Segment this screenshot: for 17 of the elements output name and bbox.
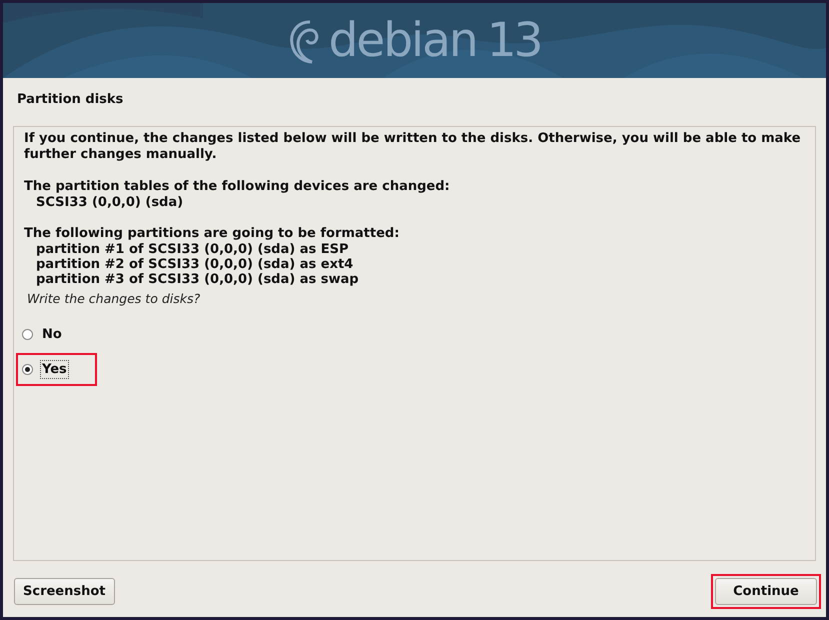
question-text: Write the changes to disks?	[27, 291, 202, 306]
page-title: Partition disks	[17, 92, 124, 107]
action-button[interactable]: Continue	[715, 578, 817, 605]
section-heading: The partition tables of the following devices are changed:	[24, 179, 451, 195]
list-item: partition #2 of SCSI33 (0,0,0) (sda) as ext4	[35, 257, 354, 272]
action-button[interactable]: Screenshot	[14, 578, 115, 605]
logo-text: debian	[328, 17, 477, 64]
option-label[interactable]: Yes	[40, 360, 69, 379]
intro-text: If you continue, the changes listed below will be written to the disks. Otherwise, you will be able to make further changes manually.	[24, 131, 802, 163]
section-heading: The following partitions are going to be formatted:	[24, 226, 400, 242]
list-item: partition #3 of SCSI33 (0,0,0) (sda) as swap	[35, 272, 360, 287]
radio-button[interactable]	[22, 364, 33, 375]
list-item: partition #1 of SCSI33 (0,0,0) (sda) as ESP	[35, 242, 350, 257]
list-item: SCSI33 (0,0,0) (sda)	[35, 195, 184, 210]
option-label[interactable]: No	[40, 325, 64, 344]
radio-button[interactable]	[22, 329, 33, 340]
version-text: 13	[486, 17, 541, 64]
